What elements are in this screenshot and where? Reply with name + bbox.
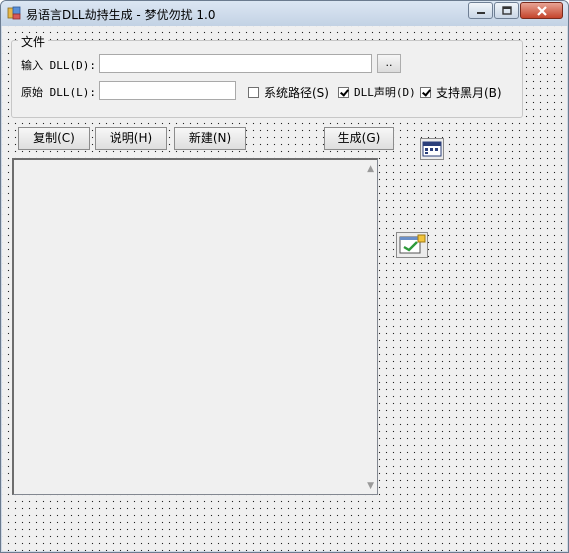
window-edit-component-icon[interactable] — [396, 232, 428, 258]
window-title: 易语言DLL劫持生成 - 梦优勿扰 1.0 — [26, 8, 216, 22]
dll-declaration-checkbox[interactable]: DLL声明(D) — [338, 84, 416, 100]
file-group-legend: 文件 — [18, 33, 49, 50]
file-groupbox: 文件 输入 DLL(D): .. 原始 DLL(L): 系统路径(S) DLL声… — [11, 33, 523, 118]
output-textarea[interactable]: ▲ ▼ — [12, 158, 378, 495]
input-dll-field[interactable] — [99, 54, 372, 73]
minimize-button[interactable] — [468, 2, 493, 19]
title-bar[interactable]: 易语言DLL劫持生成 - 梦优勿扰 1.0 — [1, 1, 568, 26]
generate-button[interactable]: 生成(G) — [324, 127, 394, 150]
app-icon — [7, 6, 21, 20]
close-button[interactable] — [520, 2, 563, 19]
help-button[interactable]: 说明(H) — [95, 127, 167, 150]
copy-button[interactable]: 复制(C) — [18, 127, 90, 150]
minimize-icon — [476, 11, 485, 14]
maximize-icon — [501, 6, 512, 15]
input-dll-label: 输入 DLL(D): — [21, 59, 96, 72]
original-dll-field[interactable] — [99, 81, 236, 100]
window-controls — [467, 2, 563, 19]
system-path-label: 系统路径(S) — [264, 86, 329, 100]
maximize-button[interactable] — [494, 2, 519, 19]
browse-button[interactable]: .. — [377, 54, 401, 73]
calendar-component-icon[interactable] — [420, 138, 444, 160]
original-dll-label: 原始 DLL(L): — [21, 86, 96, 99]
dll-declaration-checkbox-box[interactable] — [338, 86, 349, 98]
system-path-checkbox[interactable]: 系统路径(S) — [248, 84, 329, 101]
support-heiyue-checkbox-box[interactable] — [420, 87, 431, 98]
scroll-up-arrow-icon[interactable]: ▲ — [367, 164, 374, 174]
system-path-checkbox-box[interactable] — [248, 87, 259, 98]
new-button[interactable]: 新建(N) — [174, 127, 246, 150]
dll-declaration-label: DLL声明(D) — [354, 86, 416, 99]
main-window: 易语言DLL劫持生成 - 梦优勿扰 1.0 文件 输入 DLL(D): .. 原… — [0, 0, 569, 553]
support-heiyue-label: 支持黑月(B) — [436, 86, 502, 100]
support-heiyue-checkbox[interactable]: 支持黑月(B) — [420, 84, 502, 101]
form-client-area: 文件 输入 DLL(D): .. 原始 DLL(L): 系统路径(S) DLL声… — [2, 26, 567, 551]
scroll-down-arrow-icon[interactable]: ▼ — [367, 481, 374, 491]
close-icon — [536, 5, 547, 16]
